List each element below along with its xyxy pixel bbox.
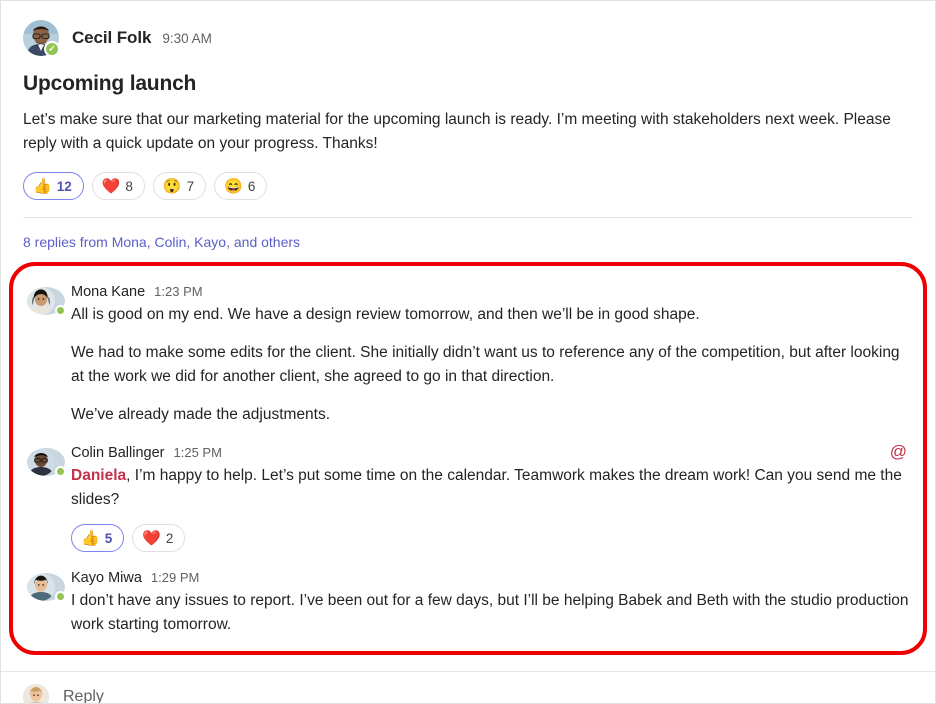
page-title: Upcoming launch	[23, 72, 197, 95]
reply-timestamp: 1:23 PM	[154, 284, 203, 299]
reaction-count: 8	[125, 178, 133, 194]
avatar[interactable]	[27, 448, 66, 477]
avatar-image-current-user	[23, 684, 49, 703]
reply-content: Mona Kane 1:23 PM All is good on my end.…	[65, 284, 909, 427]
presence-badge-available	[55, 591, 66, 602]
presence-check-icon: ✓	[48, 43, 56, 53]
thumbs-up-emoji: 👍	[81, 529, 100, 547]
reply-avatar-column	[27, 284, 66, 427]
reply-paragraph: I don’t have any issues to report. I’ve …	[71, 592, 909, 633]
presence-badge-available	[55, 466, 66, 477]
reaction-chip-laughing[interactable]: 😄 6	[214, 172, 268, 200]
list-item: Mona Kane 1:23 PM All is good on my end.…	[27, 278, 909, 427]
root-post-body: Let’s make sure that our marketing mater…	[23, 111, 891, 152]
reply-paragraph: All is good on my end. We have a design …	[71, 306, 700, 323]
reaction-count: 6	[247, 178, 256, 194]
reply-author-name: Mona Kane	[71, 284, 146, 300]
avatar[interactable]: ✓	[23, 20, 60, 57]
root-post-author-name: Cecil Folk	[72, 28, 152, 47]
replies-list: Mona Kane 1:23 PM All is good on my end.…	[9, 262, 927, 655]
replies-summary-link[interactable]: 8 replies from Mona, Colin, Kayo, and ot…	[1, 218, 322, 250]
reply-header: Colin Ballinger 1:25 PM	[71, 445, 909, 461]
reaction-count: 2	[165, 530, 174, 546]
mention-link-daniela[interactable]: Daniela	[71, 467, 126, 484]
reply-paragraph: We’ve already made the adjustments.	[71, 406, 331, 423]
reply-timestamp: 1:29 PM	[150, 570, 200, 585]
reaction-chip-thumbs-up[interactable]: 👍 12	[23, 172, 84, 200]
replies-summary-row: 8 replies from Mona, Colin, Kayo, and ot…	[1, 218, 935, 252]
reply-compose-box[interactable]: Reply	[1, 672, 935, 703]
reply-author-name: Kayo Miwa	[71, 570, 142, 586]
avatar[interactable]	[27, 573, 66, 602]
reply-header: Mona Kane 1:23 PM	[71, 284, 909, 300]
root-post-reactions: 👍 12 ❤️ 8 😲 7 😄 6	[23, 172, 913, 200]
reply-reactions: 👍 5 ❤️ 2	[71, 524, 909, 552]
root-post: ✓ Cecil Folk 9:30 AM Upcoming launch Let…	[1, 1, 935, 218]
highlight-annotation: Mona Kane 1:23 PM All is good on my end.…	[9, 262, 927, 655]
reply-content: Kayo Miwa 1:29 PM I don’t have any issue…	[65, 570, 909, 637]
reaction-count: 7	[186, 178, 195, 194]
reply-timestamp: 1:25 PM	[173, 445, 222, 460]
reply-content: @ Colin Ballinger 1:25 PM Daniela, I’m h…	[65, 442, 909, 552]
reply-avatar-column	[27, 570, 66, 637]
reaction-chip-surprised[interactable]: 😲 7	[152, 172, 207, 200]
conversation-thread-panel: ✓ Cecil Folk 9:30 AM Upcoming launch Let…	[0, 0, 936, 704]
laughing-face-emoji: 😄	[224, 177, 243, 195]
presence-badge-available: ✓	[44, 41, 60, 57]
heart-emoji: ❤️	[101, 177, 121, 195]
surprised-face-emoji: 😲	[162, 177, 182, 195]
reply-avatar-column	[27, 445, 66, 552]
reply-author-name: Colin Ballinger	[71, 445, 165, 461]
list-item: Kayo Miwa 1:29 PM I don’t have any issue…	[27, 564, 909, 637]
presence-badge-available	[55, 305, 66, 316]
thumbs-up-emoji: 👍	[33, 177, 52, 195]
root-post-timestamp: 9:30 AM	[162, 30, 212, 46]
reply-header: Kayo Miwa 1:29 PM	[71, 570, 909, 586]
reply-paragraph: Daniela, I’m happy to help. Let’s put so…	[71, 464, 909, 512]
reaction-count: 5	[104, 530, 113, 546]
reply-paragraph: We had to make some edits for the client…	[71, 344, 900, 385]
heart-emoji: ❤️	[142, 529, 161, 547]
reaction-count: 12	[56, 178, 72, 194]
reaction-chip-thumbs-up[interactable]: 👍 5	[71, 524, 125, 552]
reaction-chip-heart[interactable]: ❤️ 2	[132, 524, 186, 552]
root-post-author-row: ✓ Cecil Folk 9:30 AM	[23, 19, 913, 57]
avatar[interactable]	[27, 287, 66, 316]
avatar[interactable]	[23, 684, 49, 703]
list-item: @ Colin Ballinger 1:25 PM Daniela, I’m h…	[27, 439, 909, 552]
at-mention-icon: @	[889, 442, 907, 461]
reply-input-placeholder[interactable]: Reply	[63, 688, 104, 703]
reply-paragraph-text: , I’m happy to help. Let’s put some time…	[71, 467, 902, 508]
reaction-chip-heart[interactable]: ❤️ 8	[91, 172, 145, 200]
